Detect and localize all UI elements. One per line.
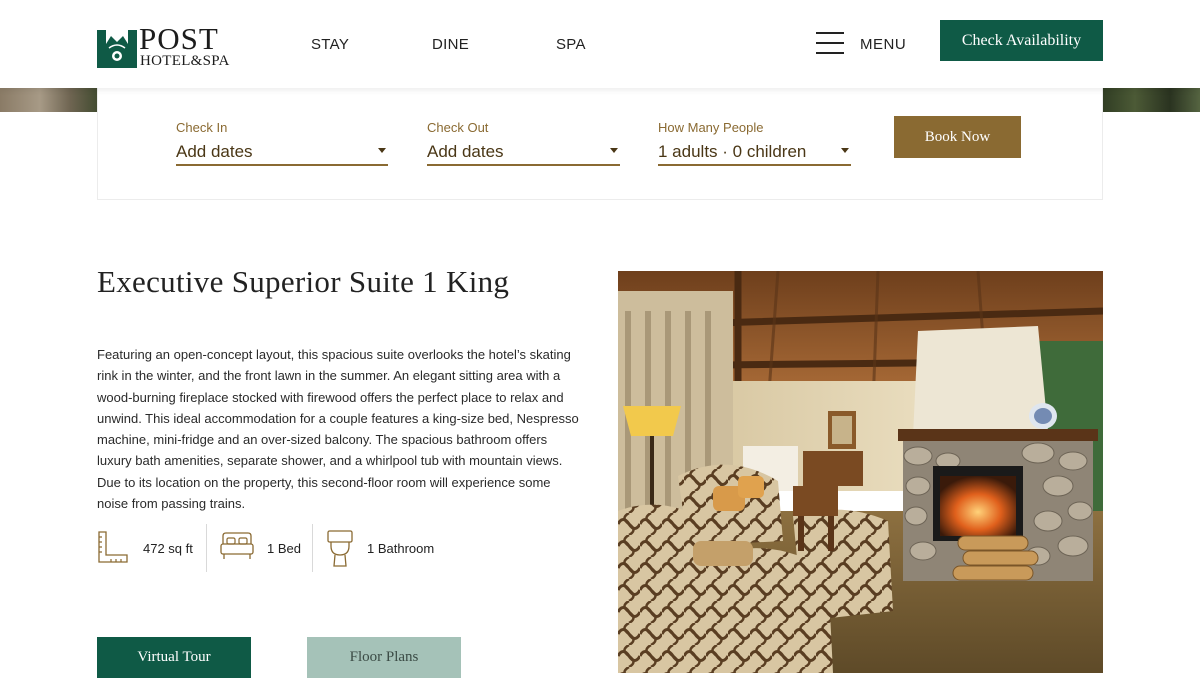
nav-link-stay[interactable]: STAY xyxy=(311,36,349,53)
menu-button[interactable]: MENU xyxy=(816,32,906,56)
amenity-bathroom-text: 1 Bathroom xyxy=(367,541,435,556)
book-now-button[interactable]: Book Now xyxy=(894,116,1021,158)
guests-field[interactable]: How Many People 1 adults · 0 children xyxy=(658,120,851,166)
bed-icon xyxy=(220,532,254,559)
caret-down-icon xyxy=(378,148,386,153)
field-underline xyxy=(427,164,620,166)
check-out-field[interactable]: Check Out Add dates xyxy=(427,120,620,166)
amenity-size-text: 472 sq ft xyxy=(143,541,193,556)
ruler-icon xyxy=(98,531,128,563)
field-underline xyxy=(176,164,388,166)
check-out-value: Add dates xyxy=(427,142,504,161)
menu-label: MENU xyxy=(860,36,907,53)
divider xyxy=(312,524,313,572)
nav-link-spa[interactable]: SPA xyxy=(556,36,586,53)
divider xyxy=(206,524,207,572)
check-in-label: Check In xyxy=(176,120,228,135)
amenity-bed-text: 1 Bed xyxy=(267,541,301,556)
virtual-tour-button[interactable]: Virtual Tour xyxy=(97,637,251,678)
toilet-icon xyxy=(327,530,353,567)
room-title: Executive Superior Suite 1 King xyxy=(97,264,510,299)
hamburger-icon xyxy=(816,32,844,54)
check-out-label: Check Out xyxy=(427,120,489,135)
logo-mark-icon xyxy=(97,30,137,68)
field-underline xyxy=(658,164,851,166)
check-in-value: Add dates xyxy=(176,142,253,161)
floor-plans-button[interactable]: Floor Plans xyxy=(307,637,461,678)
booking-bar: Check In Add dates Check Out Add dates H… xyxy=(97,88,1103,200)
logo[interactable]: POST HOTEL&SPA xyxy=(97,21,230,70)
check-availability-button[interactable]: Check Availability xyxy=(940,20,1103,61)
room-photo xyxy=(618,271,1103,673)
guests-value: 1 adults · 0 children xyxy=(658,142,807,161)
caret-down-icon xyxy=(841,148,849,153)
logo-subname: HOTEL&SPA xyxy=(140,53,230,69)
logo-name: POST xyxy=(139,21,219,56)
room-description: Featuring an open-concept layout, this s… xyxy=(97,347,579,512)
guests-label: How Many People xyxy=(658,120,764,135)
site-header: POST HOTEL&SPA STAY DINE SPA MENU Check … xyxy=(0,0,1200,88)
room-photo-illustration xyxy=(618,271,1103,673)
caret-down-icon xyxy=(610,148,618,153)
check-in-field[interactable]: Check In Add dates xyxy=(176,120,388,166)
nav-link-dine[interactable]: DINE xyxy=(432,36,469,53)
